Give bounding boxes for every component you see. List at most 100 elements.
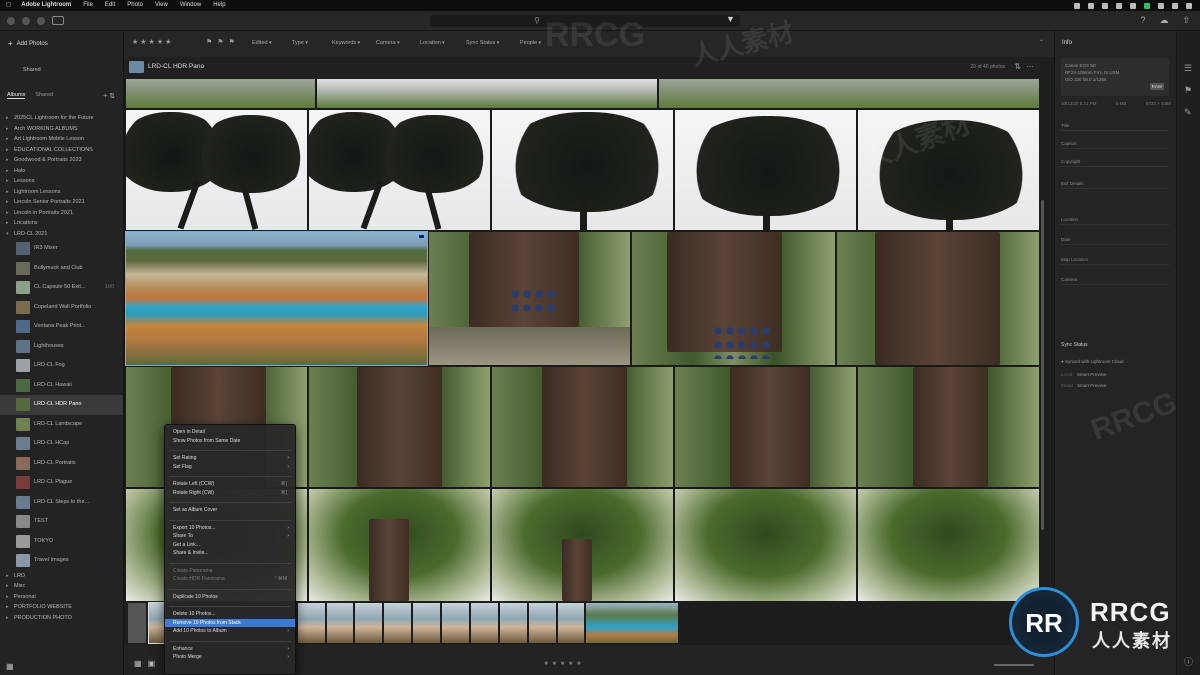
status-icon[interactable] xyxy=(1088,2,1094,9)
context-menu-item[interactable]: Export 10 Photos... › xyxy=(165,524,295,533)
wifi-icon[interactable] xyxy=(1158,2,1164,9)
menu-file[interactable]: File xyxy=(83,0,93,11)
photo-thumbnail[interactable] xyxy=(125,231,428,366)
filter-location[interactable]: Location xyxy=(420,40,445,46)
chevron-right-icon[interactable]: ▸ xyxy=(6,187,9,198)
photo-thumbnail[interactable] xyxy=(429,232,630,365)
album-item[interactable]: ▸ LRD xyxy=(0,571,123,582)
album-item[interactable]: LRD-CL Plague xyxy=(0,473,123,493)
app-menu[interactable]: Adobe Lightroom xyxy=(21,0,71,11)
album-item[interactable]: ▸ Art Lightroom Mobile Lesson xyxy=(0,134,123,145)
album-item[interactable]: LRD-CL Fog xyxy=(0,356,123,376)
menu-view[interactable]: View xyxy=(155,0,168,11)
sort-icon[interactable]: ⇅ xyxy=(1014,62,1021,71)
album-item[interactable]: Ventana Peak Print... xyxy=(0,317,123,337)
chevron-right-icon[interactable]: ▸ xyxy=(6,155,9,166)
photo-thumbnail[interactable] xyxy=(492,367,673,487)
album-item[interactable]: TOKYO xyxy=(0,532,123,552)
context-menu-item[interactable]: Photo Merge › xyxy=(165,653,295,662)
filmstrip-thumb[interactable] xyxy=(298,603,325,643)
album-item[interactable]: ▾ LRD-CL 2021 xyxy=(0,229,123,240)
filmstrip-thumb[interactable] xyxy=(355,603,382,643)
chevron-right-icon[interactable]: ▸ xyxy=(6,166,9,177)
photo-thumbnail[interactable] xyxy=(492,110,673,230)
chevron-right-icon[interactable]: ▸ xyxy=(6,176,9,187)
photo-thumbnail[interactable] xyxy=(126,79,315,108)
photo-thumbnail[interactable] xyxy=(858,110,1039,230)
filter-keywords[interactable]: Keywords xyxy=(332,40,360,46)
context-menu-item[interactable]: Rotate Left (CCW) ⌘[ xyxy=(165,480,295,489)
album-item[interactable]: ▸ Goodwood & Portraits 2023 xyxy=(0,155,123,166)
zoom-window-button[interactable] xyxy=(37,16,45,25)
context-menu-item[interactable]: Open in Detail xyxy=(165,428,295,437)
context-menu-item[interactable]: Remove 10 Photos from Stack xyxy=(165,618,295,627)
context-menu-item[interactable]: Show Photos from Same Date xyxy=(165,437,295,446)
filter-type[interactable]: Type xyxy=(292,40,308,46)
page-dots[interactable]: ●●●●● xyxy=(544,660,585,667)
filter-camera[interactable]: Camera xyxy=(376,40,399,46)
context-menu-item[interactable]: Set as Album Cover xyxy=(165,506,295,515)
context-menu-item[interactable]: Duplicate 10 Photos xyxy=(165,593,295,602)
chevron-right-icon[interactable]: ▸ xyxy=(6,197,9,208)
album-item[interactable]: Lighthouses xyxy=(0,337,123,357)
chevron-right-icon[interactable]: ▸ xyxy=(6,208,9,219)
album-item[interactable]: ▸ Halo xyxy=(0,166,123,177)
context-menu-item[interactable]: Get a Link... xyxy=(165,541,295,550)
add-photos-button[interactable]: + Add Photos xyxy=(8,39,48,48)
photo-thumbnail[interactable] xyxy=(126,110,307,230)
filmstrip-thumb[interactable] xyxy=(327,603,353,643)
help-icon[interactable]: ? xyxy=(1140,15,1145,26)
context-menu-item[interactable]: Set Flag › xyxy=(165,463,295,472)
album-item[interactable]: ▸ 2025CL Lightroom for the Future xyxy=(0,113,123,124)
filter-people[interactable]: People xyxy=(520,40,541,46)
photo-thumbnail[interactable] xyxy=(492,489,673,601)
map-location-field[interactable]: Map Location xyxy=(1061,255,1169,265)
filmstrip-thumb[interactable] xyxy=(500,603,527,643)
menu-help[interactable]: Help xyxy=(213,0,225,11)
album-item[interactable]: LRD-CL Portraits xyxy=(0,454,123,474)
date-field[interactable]: Date xyxy=(1061,235,1169,245)
context-menu-item[interactable]: Rotate Right (CW) ⌘] xyxy=(165,489,295,498)
album-item[interactable]: LRD-CL HDR Pano xyxy=(0,395,123,415)
chevron-right-icon[interactable]: ▸ xyxy=(6,613,9,624)
filmstrip-thumb[interactable] xyxy=(128,603,146,643)
caption-field[interactable]: Caption xyxy=(1061,139,1169,149)
tab-albums[interactable]: Albums xyxy=(7,92,26,99)
apple-icon[interactable]:  xyxy=(6,0,11,11)
album-item[interactable]: ▸ Lessons xyxy=(0,176,123,187)
menu-photo[interactable]: Photo xyxy=(127,0,143,11)
album-item[interactable]: ▸ EDUCATIONAL COLLECTIONS xyxy=(0,145,123,156)
menu-window[interactable]: Window xyxy=(180,0,201,11)
album-item[interactable]: ▸ PORTFOLIO WEBSITE xyxy=(0,602,123,613)
search-input[interactable]: ⚲ xyxy=(430,15,740,27)
filmstrip-thumb[interactable] xyxy=(586,603,678,643)
context-menu-item[interactable]: Share To › xyxy=(165,532,295,541)
album-item[interactable]: ▸ Lincoln Senior Portraits 2021 xyxy=(0,197,123,208)
filmstrip-thumb[interactable] xyxy=(558,603,584,643)
menu-edit[interactable]: Edit xyxy=(105,0,115,11)
chevron-right-icon[interactable]: ▸ xyxy=(6,218,9,229)
photo-thumbnail[interactable] xyxy=(632,232,835,365)
thumbnail-size-slider[interactable] xyxy=(994,664,1034,666)
location-field[interactable]: Location xyxy=(1061,215,1169,225)
minimize-window-button[interactable] xyxy=(22,16,30,25)
photo-thumbnail[interactable] xyxy=(309,367,490,487)
context-menu-item[interactable]: Enhance › xyxy=(165,645,295,654)
square-grid-icon[interactable]: ▣ xyxy=(148,659,156,668)
chevron-right-icon[interactable]: ▸ xyxy=(6,592,9,603)
album-item[interactable]: Travel Images xyxy=(0,551,123,571)
album-item[interactable]: TEST xyxy=(0,512,123,532)
sidebar-toggle-icon[interactable] xyxy=(52,16,64,25)
shared-item[interactable]: Shared xyxy=(7,65,117,76)
flag-filter[interactable]: ⚑⚑⚑ xyxy=(206,38,240,46)
photo-thumbnail[interactable] xyxy=(309,110,490,230)
status-icon[interactable] xyxy=(1144,2,1150,9)
photo-thumbnail[interactable] xyxy=(675,489,856,601)
album-item[interactable]: LRD-CL Steps to the... xyxy=(0,493,123,513)
grid-scrollbar[interactable] xyxy=(1041,200,1044,530)
album-item[interactable]: ▸ Misc xyxy=(0,581,123,592)
album-item[interactable]: CL Capsule 50 Exit... 100 xyxy=(0,278,123,298)
album-item[interactable]: LRD-CL HCap xyxy=(0,434,123,454)
context-menu-item[interactable]: Delete 10 Photos... xyxy=(165,610,295,619)
add-album-icon[interactable]: + ⇅ xyxy=(103,92,115,100)
